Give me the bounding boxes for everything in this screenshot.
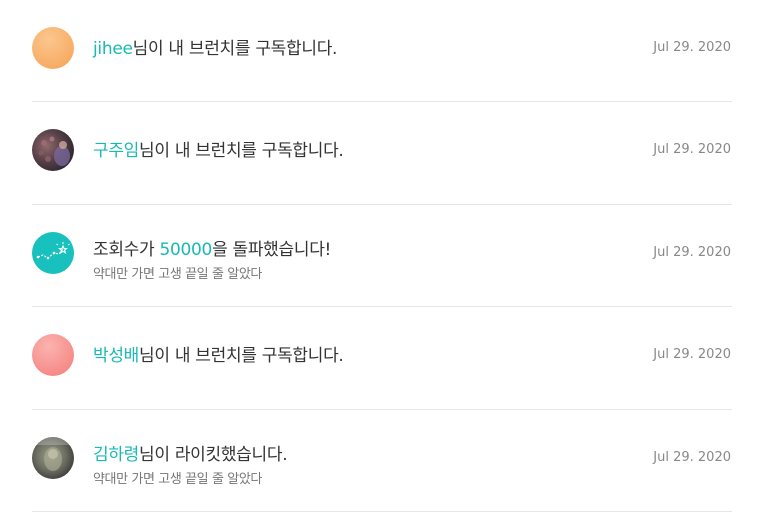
notification-item[interactable]: 박성배님이 내 브런치를 구독합니다. Jul 29. 2020 [32, 307, 732, 410]
notification-item[interactable]: jihee님이 내 브런치를 구독합니다. Jul 29. 2020 [32, 0, 732, 103]
notification-message: 조회수가 [93, 239, 160, 260]
notification-item[interactable]: 조회수가 50000을 돌파했습니다! 약대만 가면 고생 끝일 줄 알았다 J… [32, 205, 732, 308]
user-name-link[interactable]: 김하령 [93, 445, 139, 465]
notification-text: 박성배님이 내 브런치를 구독합니다. [93, 341, 344, 366]
stats-icon [32, 231, 74, 274]
notification-message: 님이 내 브런치를 구독합니다. [132, 39, 338, 59]
notification-date: Jul 29. 2020 [653, 347, 731, 363]
notification-text: jihee님이 내 브런치를 구독합니다. [93, 34, 337, 59]
notification-text: 김하령님이 라이킷했습니다. 약대만 가면 고생 끝일 줄 알았다 [93, 440, 288, 487]
photo-avatar-image [38, 136, 70, 167]
view-count: 50000 [159, 239, 213, 260]
notification-date: Jul 29. 2020 [653, 244, 731, 260]
user-name-link[interactable]: 박성배 [93, 346, 139, 366]
article-title-link[interactable]: 약대만 가면 고생 끝일 줄 알았다 [93, 468, 287, 487]
user-name-link[interactable]: 구주임 [93, 141, 139, 161]
notification-list: jihee님이 내 브런치를 구독합니다. Jul 29. 2020 구주임님이… [32, 0, 732, 512]
notification-text: 구주임님이 내 브런치를 구독합니다. [93, 136, 344, 161]
photo-avatar-image [32, 436, 74, 471]
user-avatar[interactable] [32, 334, 74, 377]
notification-date: Jul 29. 2020 [653, 449, 731, 465]
notification-message: 님이 내 브런치를 구독합니다. [139, 141, 344, 162]
article-title-link[interactable]: 약대만 가면 고생 끝일 줄 알았다 [93, 263, 331, 282]
user-name-link[interactable]: jihee [93, 39, 133, 59]
notification-message: 을 돌파했습니다! [212, 239, 332, 260]
notification-message: 님이 내 브런치를 구독합니다. [139, 346, 344, 367]
notification-message: 님이 라이킷했습니다. [139, 444, 288, 465]
user-avatar[interactable] [32, 27, 74, 69]
notification-date: Jul 29. 2020 [653, 40, 731, 55]
notification-item[interactable]: 김하령님이 라이킷했습니다. 약대만 가면 고생 끝일 줄 알았다 Jul 29… [32, 410, 732, 512]
notification-date: Jul 29. 2020 [653, 142, 731, 158]
user-avatar[interactable] [32, 129, 74, 172]
notification-text: 조회수가 50000을 돌파했습니다! 약대만 가면 고생 끝일 줄 알았다 [93, 235, 331, 282]
user-avatar[interactable] [32, 436, 74, 479]
trend-line-icon [36, 241, 70, 260]
notification-item[interactable]: 구주임님이 내 브런치를 구독합니다. Jul 29. 2020 [32, 102, 732, 205]
